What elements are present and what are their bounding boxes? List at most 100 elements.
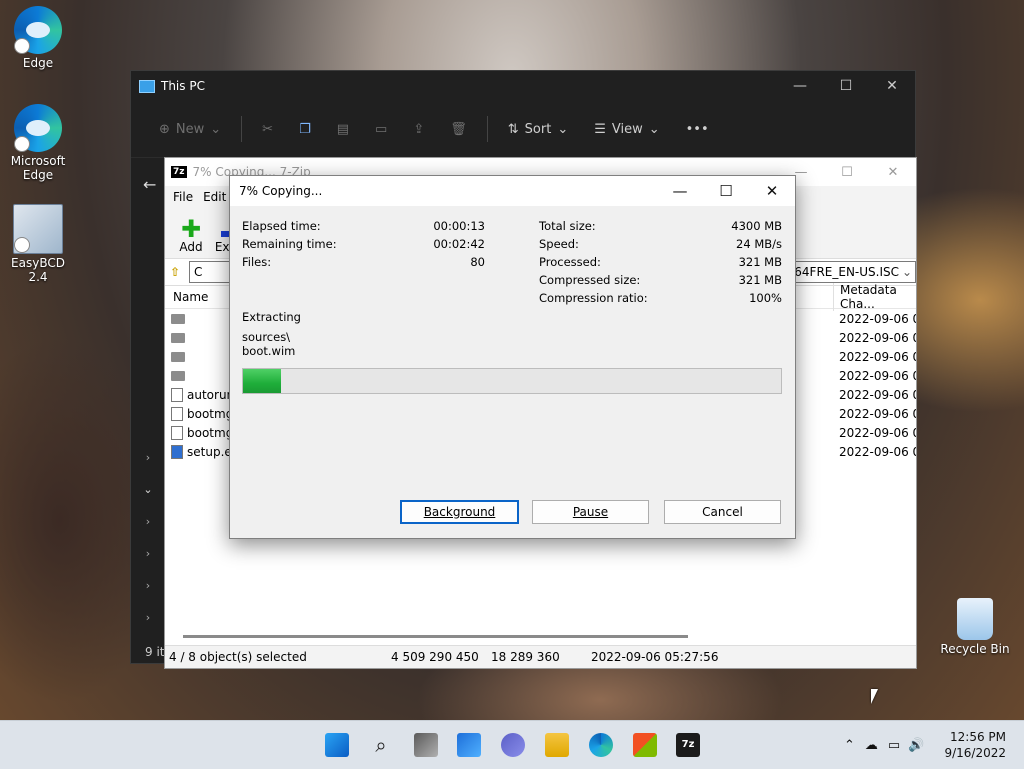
- elapsed-time-value: 00:00:13: [433, 219, 485, 233]
- chevron-up-icon[interactable]: ⌃: [844, 738, 855, 753]
- chevron-down-icon: ⌄: [210, 121, 222, 137]
- chevron-right-icon[interactable]: ›: [131, 547, 165, 579]
- menu-edit[interactable]: Edit: [203, 190, 226, 204]
- cloud-icon[interactable]: ☁: [865, 738, 878, 753]
- 7zip-taskbar-icon[interactable]: 7z: [676, 733, 700, 757]
- column-metadata[interactable]: Metadata Cha...: [833, 283, 916, 311]
- files-value: 80: [470, 255, 485, 269]
- this-pc-icon: [139, 79, 155, 93]
- minimize-button[interactable]: —: [777, 71, 823, 101]
- folder-up-icon[interactable]: ⇧: [165, 265, 185, 279]
- 7zip-statusbar: 4 / 8 object(s) selected 4 509 290 450 1…: [165, 645, 916, 668]
- task-view-icon[interactable]: [414, 733, 438, 757]
- remaining-time-label: Remaining time:: [242, 237, 337, 251]
- volume-icon[interactable]: 🔊: [908, 738, 924, 753]
- store-icon[interactable]: [633, 733, 657, 757]
- close-button[interactable]: ✕: [869, 71, 915, 101]
- share-button[interactable]: ⇪: [403, 113, 434, 145]
- desktop-icon-easybcd[interactable]: EasyBCD 2.4: [0, 204, 76, 284]
- desktop-icon-microsoft-edge[interactable]: Microsoft Edge: [0, 104, 76, 182]
- processed-value: 321 MB: [738, 255, 782, 269]
- sort-icon: ⇅: [507, 121, 519, 137]
- pause-button[interactable]: Pause: [532, 500, 649, 524]
- network-icon[interactable]: ▭: [888, 738, 900, 753]
- cancel-button[interactable]: Cancel: [664, 500, 781, 524]
- chevron-right-icon[interactable]: ›: [131, 515, 165, 547]
- desktop-icon-label: Edge: [22, 56, 54, 70]
- paste-button[interactable]: ▤: [327, 113, 359, 145]
- plus-icon: ✚: [180, 215, 202, 243]
- speed-label: Speed:: [539, 237, 579, 251]
- dialog-title: 7% Copying...: [239, 184, 323, 198]
- compression-ratio-value: 100%: [749, 291, 782, 305]
- widgets-icon[interactable]: [457, 733, 481, 757]
- maximize-button[interactable]: ☐: [823, 71, 869, 101]
- clock-time: 12:56 PM: [950, 730, 1006, 744]
- total-size-label: Total size:: [539, 219, 596, 233]
- 7zip-logo-icon: 7z: [171, 166, 187, 178]
- desktop-icon-recycle-bin[interactable]: Recycle Bin: [936, 598, 1014, 656]
- remaining-time-value: 00:02:42: [433, 237, 485, 251]
- desktop-icon-label: Recycle Bin: [940, 642, 1010, 656]
- delete-button[interactable]: 🗑: [440, 113, 477, 145]
- chevron-right-icon[interactable]: ›: [131, 451, 165, 483]
- menu-file[interactable]: File: [173, 190, 193, 204]
- file-explorer-icon[interactable]: [545, 733, 569, 757]
- files-label: Files:: [242, 255, 272, 269]
- application-icon: [171, 444, 183, 459]
- dialog-titlebar: 7% Copying... — ☐ ✕: [230, 176, 795, 206]
- teams-chat-icon[interactable]: [501, 733, 525, 757]
- background-button[interactable]: Background: [400, 500, 519, 524]
- add-button[interactable]: ✚ Add: [173, 215, 209, 258]
- minimize-button[interactable]: —: [657, 176, 703, 206]
- close-button[interactable]: ✕: [749, 176, 795, 206]
- settings-file-icon: [171, 387, 183, 402]
- status-modified: 2022-09-06 05:27:56: [591, 650, 719, 664]
- chevron-right-icon[interactable]: ›: [131, 579, 165, 611]
- folder-icon: [171, 313, 185, 324]
- status-packed-size: 18 289 360: [491, 650, 560, 664]
- chevron-right-icon[interactable]: ›: [131, 611, 165, 643]
- copy-progress-dialog: 7% Copying... — ☐ ✕ Elapsed time: 00:00:…: [229, 175, 796, 539]
- compressed-size-value: 321 MB: [738, 273, 782, 287]
- explorer-title: This PC: [161, 79, 205, 93]
- more-options-button[interactable]: •••: [676, 113, 719, 145]
- share-icon: ⇪: [413, 121, 425, 137]
- start-windows-icon[interactable]: [325, 733, 349, 757]
- compressed-size-label: Compressed size:: [539, 273, 641, 287]
- edge-icon: [14, 104, 62, 152]
- maximize-button[interactable]: ☐: [703, 176, 749, 206]
- easybcd-icon: [13, 204, 63, 254]
- desktop-icon-label: Microsoft Edge: [10, 154, 66, 182]
- maximize-button[interactable]: ☐: [824, 158, 870, 186]
- speed-value: 24 MB/s: [736, 237, 782, 251]
- cut-button[interactable]: ✂: [252, 113, 283, 145]
- sort-button[interactable]: ⇅ Sort ⌄: [498, 113, 578, 145]
- status-size: 4 509 290 450: [391, 650, 479, 664]
- close-button[interactable]: ✕: [870, 158, 916, 186]
- horizontal-scrollbar[interactable]: [183, 635, 688, 638]
- progress-bar-fill: [243, 369, 281, 393]
- folder-icon: [171, 370, 185, 381]
- rename-button[interactable]: ▭: [365, 113, 397, 145]
- desktop-icon-label: EasyBCD 2.4: [11, 256, 65, 284]
- search-icon[interactable]: ⌕: [369, 733, 393, 757]
- folder-icon: [171, 332, 185, 343]
- back-arrow-icon[interactable]: ←: [143, 175, 156, 194]
- explorer-toolbar: ⊕ New ⌄ ✂ ❐ ▤ ▭ ⇪ 🗑 ⇅ Sort ⌄ ☰ View ⌄ ••…: [131, 101, 915, 158]
- view-button[interactable]: ☰ View ⌄: [584, 113, 669, 145]
- chevron-down-icon[interactable]: ⌄: [131, 483, 165, 515]
- new-button[interactable]: ⊕ New ⌄: [149, 113, 231, 145]
- processed-label: Processed:: [539, 255, 601, 269]
- progress-bar: [242, 368, 782, 394]
- chevron-down-icon: ⌄: [648, 121, 660, 137]
- edge-icon[interactable]: [589, 733, 613, 757]
- explorer-titlebar: This PC — ☐ ✕: [131, 71, 915, 101]
- copy-button[interactable]: ❐: [289, 113, 321, 145]
- edge-icon: [14, 6, 62, 54]
- compression-ratio-label: Compression ratio:: [539, 291, 648, 305]
- desktop-icon-edge[interactable]: Edge: [0, 6, 76, 70]
- taskbar-clock[interactable]: 12:56 PM 9/16/2022: [944, 729, 1006, 761]
- view-icon: ☰: [594, 121, 606, 137]
- chevron-down-icon: ⌄: [557, 121, 569, 137]
